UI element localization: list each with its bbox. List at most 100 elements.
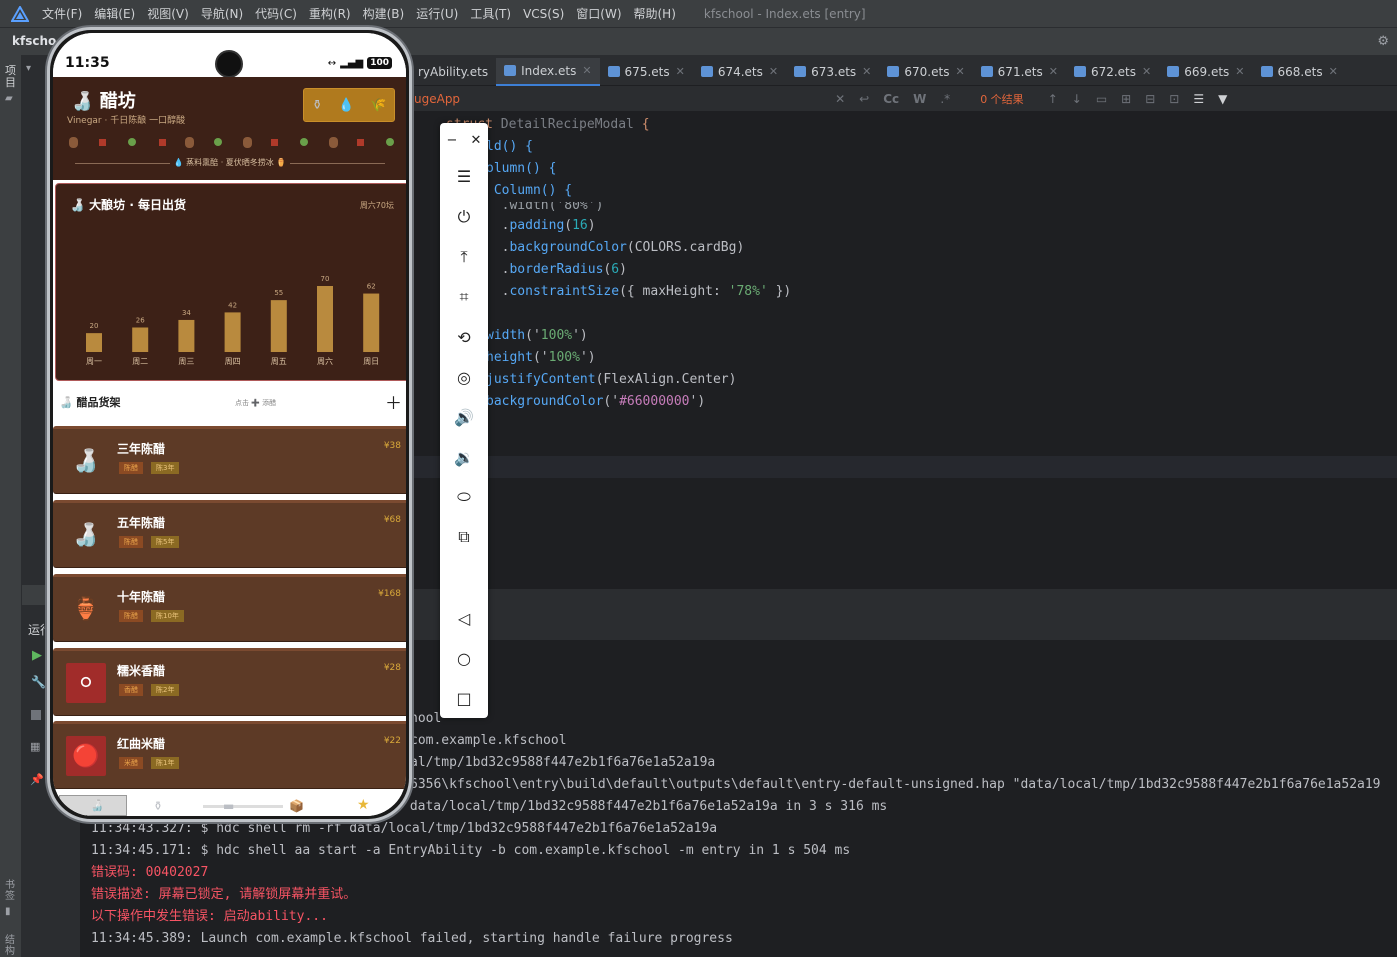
close-icon[interactable]: ✕ (676, 65, 685, 78)
power-icon[interactable]: ⏻ (440, 202, 488, 232)
menu-edit[interactable]: 编辑(E) (94, 5, 135, 22)
close-icon[interactable]: ✕ (1235, 65, 1244, 78)
select-occurrences-icon[interactable]: ⊡ (1169, 92, 1179, 106)
shelf-item[interactable]: 🏺 十年陈醋 ¥168 陈醋 陈10年 (53, 574, 406, 641)
regex-toggle[interactable]: .* (940, 92, 950, 106)
jar-icon[interactable]: ⚱ (312, 98, 323, 113)
layout-icon[interactable]: ▦ (30, 740, 40, 753)
tab-670[interactable]: 670.ets ✕ (879, 58, 972, 86)
history-icon[interactable]: ↩ (859, 92, 869, 106)
search-input[interactable]: ugeApp (414, 92, 460, 106)
back-icon[interactable]: ◁ (440, 603, 488, 633)
crop-icon[interactable]: ⌗ (440, 282, 488, 312)
close-icon[interactable]: ✕ (769, 65, 778, 78)
close-icon[interactable]: ✕ (1142, 65, 1151, 78)
star-icon[interactable]: ★ (357, 797, 370, 813)
remove-selection-icon[interactable]: ⊟ (1145, 92, 1155, 106)
match-case-toggle[interactable]: Cc (883, 92, 899, 106)
collapse-icon[interactable]: ▾ (26, 63, 31, 74)
run-icon[interactable]: ▶ (32, 648, 42, 663)
add-button[interactable]: ＋ (385, 389, 402, 414)
find-bar: ugeApp ✕ ↩ Cc W .* 0 个结果 ↑ ↓ ▭ ⊞ ⊟ ⊡ ☰ ▼ (410, 86, 1397, 112)
tab-671[interactable]: 671.ets ✕ (973, 58, 1066, 86)
tab-label: 672.ets (1090, 64, 1137, 79)
menu-tools[interactable]: 工具(T) (470, 5, 511, 22)
arrow-down-icon[interactable]: ↓ (1072, 92, 1082, 106)
tab-672[interactable]: 672.ets ✕ (1066, 58, 1159, 86)
tray-icon[interactable]: ▬ (223, 799, 234, 813)
close-icon[interactable]: ✕ (862, 65, 871, 78)
volume-down-icon[interactable]: 🔉 (440, 442, 488, 472)
grain-icon[interactable]: 🌾 (370, 98, 386, 113)
rotate-icon[interactable]: ⟲ (440, 322, 488, 352)
stop-icon[interactable] (31, 710, 41, 720)
code-text: backgroundColor (509, 240, 627, 255)
shelf-item[interactable]: 🔴 红曲米醋 ¥22 米醋 陈1年 (53, 721, 406, 788)
shelf-item[interactable]: 🍶 五年陈醋 ¥68 陈醋 陈5年 (53, 500, 406, 567)
menu-view[interactable]: 视图(V) (147, 5, 189, 22)
code-editor[interactable]: struct DetailRecipeModal { ld() { olumn(… (410, 112, 1397, 588)
app-subtitle: Vinegar · 千日陈酿 一口醇酸 (67, 116, 186, 126)
structure-tool-label[interactable]: 结构 (5, 935, 17, 957)
shelf-item[interactable]: 🍶 三年陈醋 ¥38 陈醋 陈3年 (53, 426, 406, 493)
code-text: (' (532, 350, 549, 365)
whole-word-toggle[interactable]: W (913, 92, 926, 106)
filter-icon[interactable]: ▼ (1218, 92, 1227, 106)
select-all-icon[interactable]: ▭ (1096, 92, 1107, 106)
bookmark-icon[interactable]: ▮ (5, 906, 11, 917)
clear-icon[interactable]: ✕ (835, 92, 845, 106)
menu-window[interactable]: 窗口(W) (576, 5, 621, 22)
menu-help[interactable]: 帮助(H) (634, 5, 676, 22)
menu-navigate[interactable]: 导航(N) (201, 5, 243, 22)
gear-icon[interactable]: ⚙ (1377, 34, 1389, 49)
multi-device-icon[interactable]: ⧉ (440, 522, 488, 552)
options-icon[interactable]: ☰ (1193, 92, 1204, 106)
vinegar-type-selector[interactable]: ⚱ 💧 🌾 (303, 88, 395, 122)
menu-icon[interactable]: ☰ (440, 161, 488, 191)
home-icon[interactable]: ○ (440, 643, 488, 673)
tab-669[interactable]: 669.ets ✕ (1159, 58, 1252, 86)
volume-up-icon[interactable]: 🔊 (440, 402, 488, 432)
wrench-icon[interactable]: 🔧 (31, 675, 46, 689)
bookmark-tool-label[interactable]: 书签 (5, 880, 17, 902)
arrow-up-icon[interactable]: ↑ (1048, 92, 1058, 106)
close-icon[interactable]: ✕ (582, 64, 591, 77)
close-icon[interactable]: ✕ (1329, 65, 1338, 78)
project-name[interactable]: kfscho (12, 34, 56, 48)
close-icon[interactable]: ✕ (955, 65, 964, 78)
tab-675[interactable]: 675.ets ✕ (600, 58, 693, 86)
battery-icon: 100 (367, 57, 392, 69)
close-icon[interactable]: ✕ (471, 133, 482, 148)
app-header: 🍶 醋坊 Vinegar · 千日陈酿 一口醇酸 ⚱ 💧 🌾 💧 蒸料熏醅 · 夏伏… (53, 77, 406, 180)
pin-icon[interactable]: 📌 (30, 773, 44, 786)
menu-refactor[interactable]: 重构(R) (309, 5, 351, 22)
droplet-icon[interactable]: 💧 (338, 98, 354, 113)
folder-icon[interactable]: ▰ (5, 93, 13, 104)
recent-apps-icon[interactable]: □ (440, 683, 488, 713)
close-icon[interactable]: ✕ (1049, 65, 1058, 78)
phone-screen[interactable]: 11:35 ↔ ▂▄▆ 100 🍶 醋坊 Vinegar · 千日陈酿 一口醇酸 ⚱… (53, 33, 406, 816)
tab-index[interactable]: Index.ets ✕ (496, 57, 600, 86)
project-tool-label[interactable]: 项目 (5, 65, 17, 89)
tab-673[interactable]: 673.ets ✕ (786, 58, 879, 86)
shelf-item[interactable]: ⚪ 糯米香醋 ¥28 香醋 陈2年 (53, 648, 406, 715)
menu-file[interactable]: 文件(F) (42, 5, 82, 22)
add-selection-icon[interactable]: ⊞ (1121, 92, 1131, 106)
app-title: 醋坊 (99, 91, 136, 112)
tab-674[interactable]: 674.ets ✕ (693, 58, 786, 86)
menu-code[interactable]: 代码(C) (255, 5, 297, 22)
location-icon[interactable]: ◎ (440, 362, 488, 392)
minimize-icon[interactable]: − (447, 133, 458, 148)
menu-build[interactable]: 构建(B) (363, 5, 405, 22)
tab-entryability[interactable]: ryAbility.ets (410, 58, 496, 86)
menu-run[interactable]: 运行(U) (416, 5, 458, 22)
code-text: #66000000 (619, 394, 690, 409)
vinegar-icon: ⚪ (66, 663, 106, 703)
tab-668[interactable]: 668.ets ✕ (1253, 58, 1346, 86)
menu-vcs[interactable]: VCS(S) (523, 7, 564, 21)
jar-icon[interactable]: ⚱ (153, 799, 163, 813)
tab-home[interactable]: 🍶 (59, 795, 127, 816)
rotate-device-icon[interactable]: ⬭ (440, 482, 488, 512)
pin-top-icon[interactable]: ⤒ (440, 242, 488, 272)
box-icon[interactable]: 📦 (289, 799, 304, 813)
